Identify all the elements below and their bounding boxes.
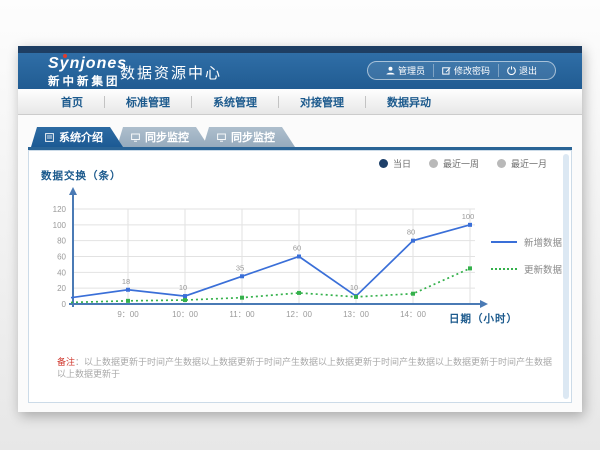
dotted-line-icon <box>491 268 517 270</box>
admin-user-label: 管理员 <box>398 64 425 77</box>
svg-text:0: 0 <box>62 300 67 309</box>
svg-text:10：00: 10：00 <box>172 310 198 319</box>
logo-red-dot-icon <box>63 54 67 58</box>
filter-label: 最近一周 <box>443 157 479 170</box>
legend-item-update-data: 更新数据 <box>491 262 562 276</box>
change-password-label: 修改密码 <box>454 64 490 77</box>
legend-label: 新增数据 <box>524 235 562 249</box>
brand-logo: Synjones 新中新集团 <box>48 55 127 89</box>
tab-sync-monitor-1[interactable]: 同步监控 <box>117 127 209 147</box>
admin-user-button[interactable]: 管理员 <box>378 64 433 77</box>
legend-item-new-data: 新增数据 <box>491 235 562 249</box>
line-chart: 0 20 40 60 80 100 120 9：00 10：00 11：00 12：00 13：00 1… <box>37 184 567 364</box>
footer-note: 备注：以上数据更新于时间产生数据以上数据更新于时间产生数据以上数据更新于时间产生… <box>57 357 555 380</box>
logo-subtext: 新中新集团 <box>48 73 127 89</box>
svg-text:13：00: 13：00 <box>343 310 369 319</box>
app-window: Synjones 新中新集团 数据资源中心 管理员 修改密码 退出 首页 标准管… <box>18 46 582 412</box>
svg-text:10: 10 <box>179 283 187 292</box>
tab-label: 系统介绍 <box>59 129 103 145</box>
note-text: 以上数据更新于时间产生数据以上数据更新于时间产生数据以上数据更新于时间产生数据以… <box>57 357 552 379</box>
svg-text:60: 60 <box>57 253 66 262</box>
logout-label: 退出 <box>519 64 537 77</box>
svg-text:80: 80 <box>57 237 66 246</box>
svg-text:120: 120 <box>53 205 67 214</box>
nav-item-home[interactable]: 首页 <box>40 94 104 110</box>
svg-text:20: 20 <box>57 284 66 293</box>
y-axis-title: 数据交换（条） <box>41 168 122 183</box>
svg-text:9：00: 9：00 <box>117 310 139 319</box>
main-nav: 首页 标准管理 系统管理 对接管理 数据异动 <box>18 89 582 115</box>
filter-last-month[interactable]: 最近一月 <box>497 157 547 170</box>
page-title: 数据资源中心 <box>120 62 222 83</box>
svg-text:18: 18 <box>122 277 130 286</box>
top-strip <box>18 46 582 53</box>
monitor-icon <box>217 133 226 142</box>
note-prefix: 备注 <box>57 357 75 367</box>
filter-today[interactable]: 当日 <box>379 157 411 170</box>
svg-text:14：00: 14：00 <box>400 310 426 319</box>
radio-icon <box>379 159 388 168</box>
user-menu: 管理员 修改密码 退出 <box>367 61 556 80</box>
svg-text:35: 35 <box>236 263 244 272</box>
logo-text: Synjones <box>48 55 127 73</box>
header-bar: Synjones 新中新集团 数据资源中心 管理员 修改密码 退出 <box>18 53 582 89</box>
filter-label: 当日 <box>393 157 411 170</box>
tab-sync-monitor-2[interactable]: 同步监控 <box>203 127 295 147</box>
svg-text:60: 60 <box>293 244 301 253</box>
chart-legend: 新增数据 更新数据 <box>491 235 562 276</box>
nav-item-system-mgmt[interactable]: 系统管理 <box>192 94 278 110</box>
solid-line-icon <box>491 241 517 243</box>
radio-icon <box>429 159 438 168</box>
nav-item-data-change[interactable]: 数据异动 <box>366 94 452 110</box>
monitor-icon <box>131 133 140 142</box>
change-password-button[interactable]: 修改密码 <box>433 64 498 77</box>
power-icon <box>507 66 516 75</box>
filter-label: 最近一月 <box>511 157 547 170</box>
logout-button[interactable]: 退出 <box>498 64 545 77</box>
svg-text:100: 100 <box>462 212 475 221</box>
chart-container: 0 20 40 60 80 100 120 9：00 10：00 11：00 12：00 13：00 1… <box>37 184 567 364</box>
radio-icon <box>497 159 506 168</box>
svg-text:100: 100 <box>53 221 67 230</box>
tab-bar: 系统介绍 同步监控 同步监控 <box>31 127 289 147</box>
nav-item-standard-mgmt[interactable]: 标准管理 <box>105 94 191 110</box>
svg-text:11：00: 11：00 <box>229 310 255 319</box>
tab-label: 同步监控 <box>145 129 189 145</box>
svg-text:10: 10 <box>350 283 358 292</box>
time-range-filter: 当日 最近一周 最近一月 <box>379 157 547 170</box>
content-area: 系统介绍 同步监控 同步监控 当日 最近一周 <box>18 115 582 412</box>
edit-icon <box>442 66 451 75</box>
note-separator: ： <box>75 357 84 367</box>
tab-system-intro[interactable]: 系统介绍 <box>31 127 123 147</box>
svg-text:40: 40 <box>57 268 66 277</box>
tab-label: 同步监控 <box>231 129 275 145</box>
svg-text:12：00: 12：00 <box>286 310 312 319</box>
svg-text:80: 80 <box>407 228 415 237</box>
user-icon <box>386 66 395 75</box>
legend-label: 更新数据 <box>524 262 562 276</box>
chart-panel: 当日 最近一周 最近一月 数据交换（条） 0 20 40 60 80 100 120 9：00… <box>28 150 572 403</box>
document-icon <box>45 133 54 142</box>
filter-last-week[interactable]: 最近一周 <box>429 157 479 170</box>
svg-text:日期（小时）: 日期（小时） <box>449 312 518 325</box>
nav-item-interface-mgmt[interactable]: 对接管理 <box>279 94 365 110</box>
